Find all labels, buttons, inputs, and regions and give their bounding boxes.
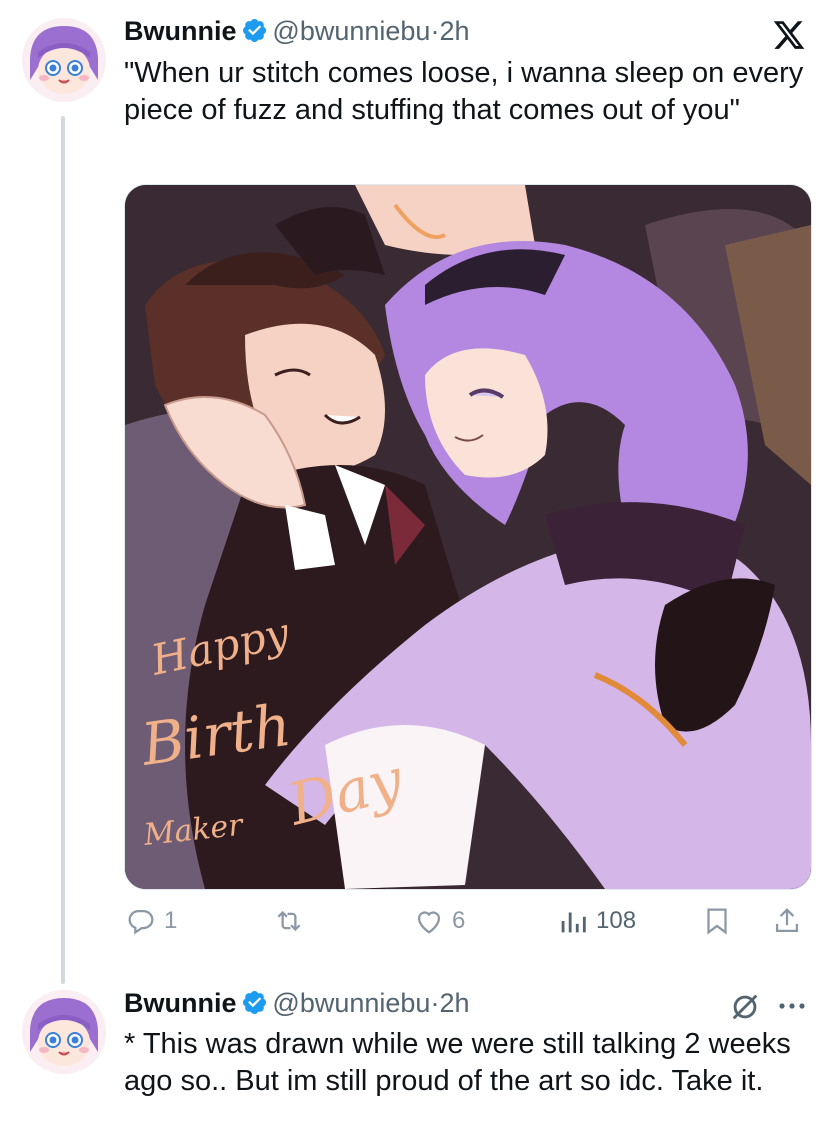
tweet-header: Bwunnie @bwunniebu·2h xyxy=(124,988,469,1019)
display-name[interactable]: Bwunnie xyxy=(124,16,237,46)
reply-icon xyxy=(128,909,154,935)
tweet-header: Bwunnie @bwunniebu·2h xyxy=(124,16,469,47)
views-button[interactable]: 108 xyxy=(556,904,636,938)
reply-button[interactable]: 1 xyxy=(124,904,177,938)
avatar-image xyxy=(22,18,106,102)
heart-icon xyxy=(417,911,441,934)
share-icon xyxy=(775,908,799,933)
avatar[interactable] xyxy=(22,990,106,1074)
like-count: 6 xyxy=(452,907,466,934)
bookmark-button[interactable] xyxy=(700,904,734,938)
views-count: 108 xyxy=(596,907,637,934)
verified-badge-icon xyxy=(242,990,266,1015)
bookmark-icon xyxy=(707,908,727,935)
display-name[interactable]: Bwunnie xyxy=(124,988,237,1018)
tweet-text: "When ur stitch comes loose, i wanna sle… xyxy=(124,57,804,126)
timestamp[interactable]: 2h xyxy=(439,16,469,46)
more-options-icon[interactable] xyxy=(776,992,808,1020)
retweet-button[interactable] xyxy=(272,904,312,938)
grok-icon[interactable] xyxy=(728,990,762,1024)
verified-badge-icon xyxy=(242,18,266,43)
like-button[interactable]: 6 xyxy=(412,904,465,938)
views-bar-chart-icon xyxy=(561,912,586,933)
retweet-icon xyxy=(277,910,301,932)
reply-count: 1 xyxy=(164,907,178,934)
tweet-text: * This was drawn while we were still tal… xyxy=(124,1028,791,1097)
artwork-illustration: Happy Birth Day Maker xyxy=(125,185,811,889)
handle[interactable]: @bwunniebu xyxy=(272,988,430,1018)
tweet-media-image[interactable]: Happy Birth Day Maker xyxy=(124,184,812,890)
handle[interactable]: @bwunniebu xyxy=(272,16,430,46)
thread-line xyxy=(61,116,65,984)
avatar-image xyxy=(22,990,106,1074)
avatar[interactable] xyxy=(22,18,106,102)
x-logo-icon[interactable] xyxy=(772,18,806,52)
share-button[interactable] xyxy=(770,904,804,938)
timestamp[interactable]: 2h xyxy=(439,988,469,1018)
